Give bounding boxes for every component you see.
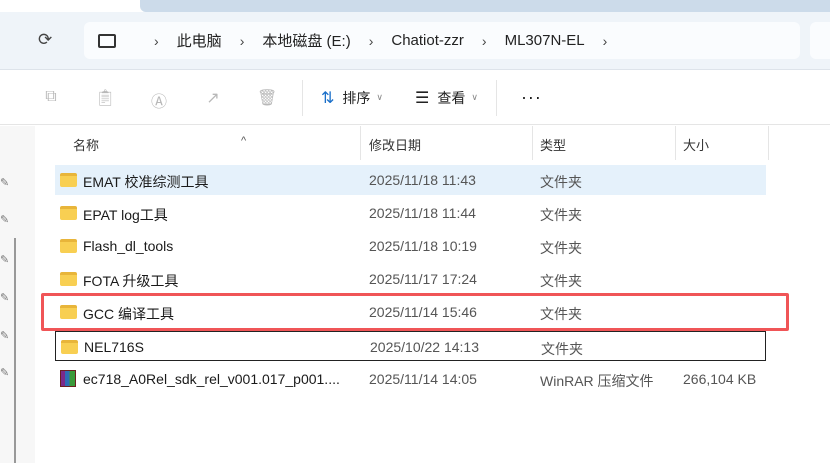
chevron-down-icon: ∨ [376, 92, 383, 102]
folder-icon [60, 239, 77, 253]
file-name: FOTA 升级工具 [83, 273, 179, 289]
column-divider[interactable] [675, 126, 676, 160]
column-date[interactable]: 修改日期 [369, 135, 421, 154]
search-box[interactable] [810, 22, 830, 59]
chevron-right-icon: › [481, 32, 487, 49]
chevron-down-icon: ∨ [471, 92, 478, 102]
winrar-archive-icon [60, 370, 76, 387]
chevron-right-icon[interactable]: › [603, 33, 608, 49]
folder-icon [60, 206, 77, 220]
column-divider[interactable] [532, 126, 533, 160]
column-size[interactable]: 大小 [683, 135, 709, 154]
file-name: NEL716S [84, 339, 144, 355]
scrollbar[interactable] [14, 238, 16, 463]
column-divider[interactable] [768, 126, 769, 160]
file-size: 266,104 KB [683, 371, 757, 387]
tab-strip [140, 0, 830, 12]
file-date: 2025/11/18 11:44 [369, 205, 476, 221]
folder-icon [60, 173, 77, 187]
file-date: 2025/10/22 14:13 [370, 339, 479, 355]
paste-icon[interactable]: 📋︎ [95, 88, 115, 108]
file-date: 2025/11/17 17:24 [369, 271, 477, 287]
sort-ascending-icon: ^ [241, 135, 247, 147]
file-type: 文件夹 [541, 341, 583, 357]
file-date: 2025/11/18 11:43 [369, 172, 476, 188]
rename-icon[interactable]: Ⓐ [149, 88, 169, 111]
column-divider[interactable] [360, 126, 361, 160]
divider [302, 79, 303, 116]
navigation-bar: ⟳ › 此电脑 › 本地磁盘 (E:) › Chatiot-zzr › ML30… [0, 12, 830, 70]
file-type: 文件夹 [540, 273, 582, 289]
file-name: EPAT log工具 [83, 207, 168, 223]
pin-icon: ✎ [0, 177, 10, 189]
chevron-right-icon: › [154, 32, 159, 49]
file-row[interactable]: EPAT log工具 2025/11/18 11:44 文件夹 [55, 198, 766, 228]
breadcrumb-chatiot[interactable]: Chatiot-zzr [391, 32, 464, 49]
breadcrumb-this-pc[interactable]: 此电脑 [177, 30, 222, 51]
navigation-pane: ✎ ✎ ✎ ✎ ✎ ✎ [0, 126, 35, 463]
view-label: 查看 [437, 89, 466, 106]
pin-icon: ✎ [0, 367, 10, 379]
column-header: ^ 名称 修改日期 类型 大小 [35, 126, 830, 160]
view-button[interactable]: ☰ 查看 ∨ [415, 88, 478, 108]
file-row[interactable]: FOTA 升级工具 2025/11/17 17:24 文件夹 [55, 264, 766, 294]
pin-icon: ✎ [0, 330, 10, 342]
address-bar[interactable]: › 此电脑 › 本地磁盘 (E:) › Chatiot-zzr › ML307N… [84, 22, 800, 59]
column-type[interactable]: 类型 [540, 135, 566, 154]
pin-icon: ✎ [0, 292, 10, 304]
file-name: ec718_A0Rel_sdk_rel_v001.017_p001.... [83, 371, 340, 387]
folder-icon [60, 272, 77, 286]
list-icon: ☰ [415, 89, 430, 107]
file-date: 2025/11/14 14:05 [369, 371, 477, 387]
more-options-button[interactable]: ··· [521, 87, 542, 108]
file-type: WinRAR 压缩文件 [540, 373, 654, 389]
file-type: 文件夹 [540, 240, 582, 256]
file-name: EMAT 校准综测工具 [83, 174, 209, 190]
sort-label: 排序 [342, 89, 371, 106]
copy-icon[interactable]: ⧉ [41, 88, 61, 108]
folder-icon [61, 340, 78, 354]
divider [495, 79, 497, 116]
command-bar: ⧉ 📋︎ Ⓐ ↗ 🗑︎ ⇅ 排序 ∨ ☰ 查看 ∨ ··· [0, 71, 830, 125]
breadcrumb-drive-e[interactable]: 本地磁盘 (E:) [262, 30, 350, 51]
share-icon[interactable]: ↗ [203, 88, 223, 108]
file-name: Flash_dl_tools [83, 238, 174, 254]
delete-icon[interactable]: 🗑︎ [257, 88, 277, 108]
refresh-icon[interactable]: ⟳ [38, 30, 52, 50]
chevron-right-icon: › [368, 32, 374, 49]
pin-icon: ✎ [0, 214, 10, 226]
breadcrumb-ml307n[interactable]: ML307N-EL [505, 32, 585, 49]
file-row[interactable]: EMAT 校准综测工具 2025/11/18 11:43 文件夹 [55, 165, 766, 195]
file-row[interactable]: ec718_A0Rel_sdk_rel_v001.017_p001.... 202… [55, 364, 766, 394]
sort-button[interactable]: ⇅ 排序 ∨ [321, 88, 383, 108]
column-name[interactable]: 名称 [73, 135, 99, 154]
file-row[interactable]: NEL716S 2025/10/22 14:13 文件夹 [55, 331, 766, 361]
sort-icon: ⇅ [321, 89, 335, 107]
file-type: 文件夹 [540, 174, 582, 190]
chevron-right-icon: › [239, 32, 245, 49]
file-row[interactable]: Flash_dl_tools 2025/11/18 10:19 文件夹 [55, 231, 766, 261]
computer-icon [98, 33, 116, 48]
highlight-annotation-box [41, 293, 789, 331]
file-date: 2025/11/18 10:19 [369, 238, 477, 254]
pin-icon: ✎ [0, 254, 10, 266]
file-type: 文件夹 [540, 207, 582, 223]
